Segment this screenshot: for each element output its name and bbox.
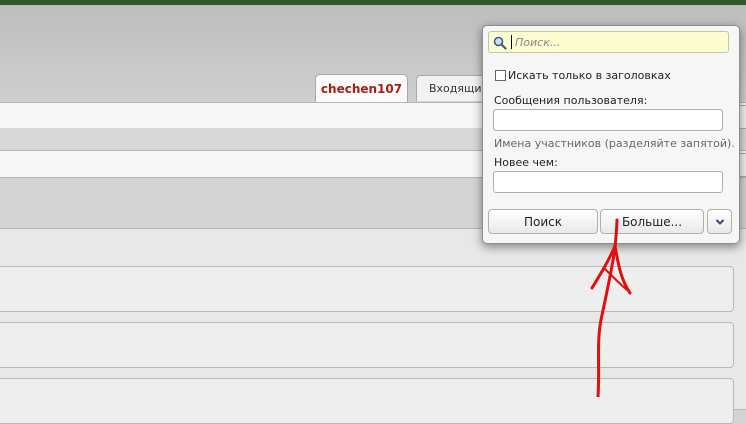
search-options-dropdown[interactable] bbox=[707, 209, 732, 234]
user-posts-field[interactable] bbox=[493, 109, 723, 131]
titles-only-option[interactable]: Искать только в заголовках bbox=[495, 69, 671, 82]
titles-only-label: Искать только в заголовках bbox=[508, 69, 671, 82]
user-posts-hint: Имена участников (разделяйте запятой). bbox=[494, 137, 735, 150]
search-popup: Поиск... Искать только в заголовках Сооб… bbox=[482, 25, 740, 244]
text-caret bbox=[511, 35, 512, 49]
list-item[interactable] bbox=[0, 266, 734, 312]
search-button[interactable]: Поиск bbox=[488, 209, 598, 234]
popup-button-row: Поиск Больше... bbox=[488, 209, 734, 235]
search-placeholder: Поиск... bbox=[515, 36, 561, 49]
chevron-down-icon bbox=[715, 218, 724, 225]
newer-than-label: Новее чем: bbox=[494, 156, 558, 169]
tab-user-account[interactable]: chechen107 bbox=[315, 74, 408, 102]
more-button[interactable]: Больше... bbox=[600, 209, 704, 234]
newer-than-field[interactable] bbox=[493, 171, 723, 193]
list-item[interactable] bbox=[0, 378, 734, 424]
list-item[interactable] bbox=[0, 322, 734, 368]
titles-only-checkbox[interactable] bbox=[495, 70, 506, 81]
search-icon bbox=[493, 36, 507, 50]
search-input[interactable]: Поиск... bbox=[488, 31, 729, 53]
user-posts-label: Сообщения пользователя: bbox=[494, 94, 648, 107]
